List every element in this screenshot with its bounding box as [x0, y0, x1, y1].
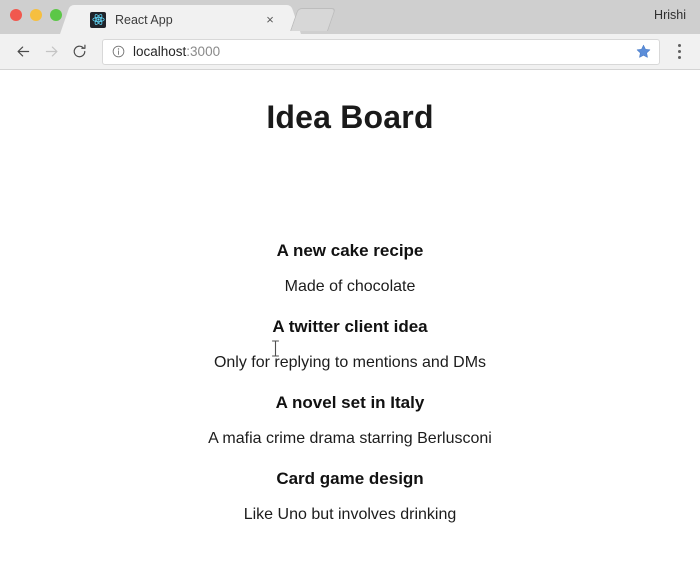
tab-title: React App [115, 12, 173, 27]
list-item[interactable]: Card game design Like Uno but involves d… [0, 470, 700, 523]
url-text: localhost:3000 [133, 44, 630, 59]
idea-title: A twitter client idea [272, 317, 428, 336]
profile-name[interactable]: Hrishi [654, 8, 686, 22]
page-title: Idea Board [266, 99, 434, 135]
close-icon[interactable]: × [261, 11, 279, 29]
idea-list: A new cake recipe Made of chocolate A tw… [0, 136, 700, 523]
browser-window: React App × Hrishi localhost:3000 Idea B… [0, 0, 700, 576]
maximize-window-button[interactable] [50, 9, 62, 21]
list-item[interactable]: A novel set in Italy A mafia crime drama… [0, 394, 700, 447]
forward-arrow-icon [38, 39, 64, 65]
list-item[interactable]: A twitter client idea Only for replying … [0, 318, 700, 371]
menu-dot [677, 56, 681, 59]
menu-dot [677, 44, 681, 47]
idea-title: A new cake recipe [276, 241, 424, 260]
url-host: localhost [133, 44, 187, 59]
list-item[interactable]: A new cake recipe Made of chocolate [0, 242, 700, 295]
idea-description: Made of chocolate [284, 278, 416, 295]
new-tab-button[interactable] [290, 8, 336, 31]
idea-title: Card game design [276, 469, 424, 488]
back-arrow-icon[interactable] [10, 39, 36, 65]
menu-dot [677, 50, 681, 53]
idea-description: A mafia crime drama starring Berlusconi [208, 430, 492, 447]
star-icon[interactable] [636, 44, 651, 59]
close-window-button[interactable] [10, 9, 22, 21]
idea-description: Only for replying to mentions and DMs [213, 354, 487, 371]
window-controls [10, 9, 62, 21]
address-bar[interactable]: localhost:3000 [102, 38, 660, 65]
minimize-window-button[interactable] [30, 9, 42, 21]
reload-icon[interactable] [66, 39, 92, 65]
tab-react-app[interactable]: React App × [74, 5, 287, 34]
idea-board-app: Idea Board A new cake recipe Made of cho… [0, 70, 700, 523]
three-dot-menu-icon[interactable] [668, 39, 690, 65]
page-viewport: Idea Board A new cake recipe Made of cho… [0, 70, 700, 576]
url-port: :3000 [186, 44, 221, 59]
idea-title: A novel set in Italy [275, 393, 425, 412]
idea-description: Like Uno but involves drinking [243, 506, 457, 523]
react-logo-icon [90, 11, 106, 28]
browser-toolbar: localhost:3000 [0, 34, 700, 70]
info-circle-icon[interactable] [112, 45, 125, 58]
tab-strip: React App × Hrishi [0, 0, 700, 34]
